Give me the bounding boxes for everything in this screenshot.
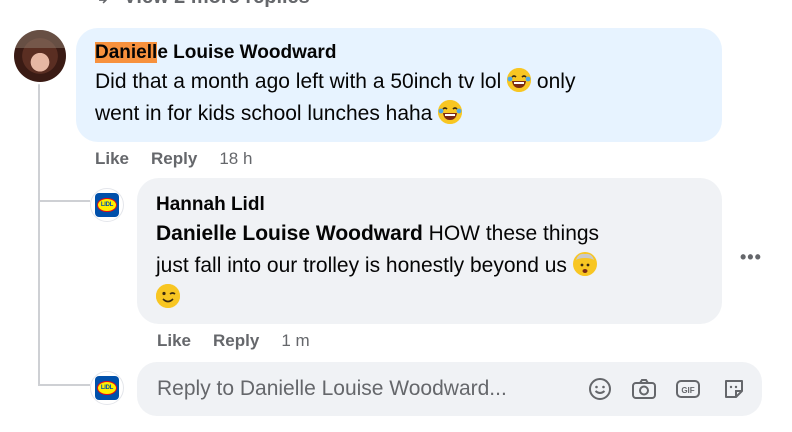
exploding-head-emoji-icon	[572, 252, 597, 276]
timestamp[interactable]: 18 h	[219, 149, 252, 168]
thread-line	[38, 84, 40, 386]
view-more-replies[interactable]: ↳View 2 more replies	[96, 0, 310, 9]
reply-button[interactable]: Reply	[213, 331, 259, 350]
lidl-avatar[interactable]: LIDL	[90, 188, 124, 222]
camera-icon[interactable]	[631, 376, 657, 402]
timestamp[interactable]: 1 m	[281, 331, 309, 350]
reply-actions: Like Reply 1 m	[157, 331, 310, 351]
more-options-icon[interactable]: •••	[740, 247, 762, 268]
wink-emoji-icon	[156, 284, 180, 308]
search-highlight: Daniell	[95, 42, 158, 63]
laughing-emoji-icon	[438, 100, 463, 124]
reply-arrow-icon: ↳	[96, 0, 109, 8]
reply-composer: GIF	[137, 362, 762, 416]
thread-branch	[38, 384, 90, 386]
avatar[interactable]	[14, 30, 66, 82]
lidl-avatar[interactable]: LIDL	[90, 371, 124, 405]
reply-button[interactable]: Reply	[151, 149, 197, 168]
reply-author[interactable]: Hannah Lidl	[156, 194, 265, 216]
sticker-icon[interactable]	[721, 376, 747, 402]
comment-actions: Like Reply 18 h	[95, 149, 252, 169]
mention-link[interactable]: Danielle Louise Woodward	[156, 222, 423, 245]
like-button[interactable]: Like	[157, 331, 191, 350]
laughing-emoji-icon	[507, 68, 532, 92]
emoji-icon[interactable]	[587, 376, 613, 402]
thread-branch	[38, 200, 90, 202]
gif-icon[interactable]: GIF	[675, 376, 701, 402]
reply-bubble: Hannah Lidl Danielle Louise Woodward HOW…	[137, 178, 722, 324]
comment-bubble: Danielle Louise Woodward Did that a mont…	[76, 28, 722, 142]
reply-input[interactable]	[157, 376, 557, 402]
comment-author[interactable]: Danielle Louise Woodward	[95, 42, 336, 64]
comment-text: Did that a month ago left with a 50inch …	[95, 68, 576, 125]
like-button[interactable]: Like	[95, 149, 129, 168]
reply-text: Danielle Louise Woodward HOW these thing…	[156, 218, 599, 314]
svg-text:GIF: GIF	[681, 386, 694, 395]
